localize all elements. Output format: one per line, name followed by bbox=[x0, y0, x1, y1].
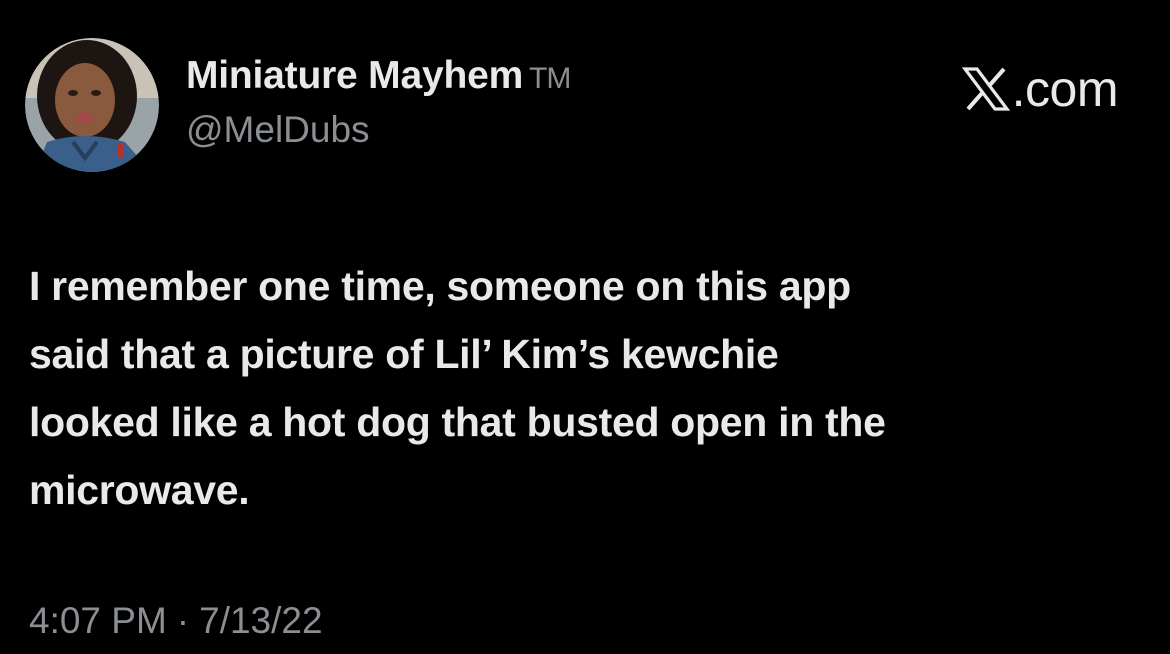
x-logo-icon bbox=[961, 67, 1010, 111]
tweet-body-line: looked like a hot dog that busted open i… bbox=[29, 399, 886, 445]
tweet-body-line: microwave. bbox=[29, 467, 250, 513]
author-display-name[interactable]: Miniature Mayhem bbox=[186, 54, 523, 98]
avatar[interactable] bbox=[25, 38, 159, 172]
brand-watermark: .com bbox=[961, 60, 1119, 118]
tweet-timestamp[interactable]: 4:07 PM · 7/13/22 bbox=[29, 600, 323, 642]
tweet-time: 4:07 PM bbox=[29, 600, 167, 641]
avatar-photo-icon bbox=[25, 38, 159, 172]
tweet-body-line: said that a picture of Lil’ Kim’s kewchi… bbox=[29, 331, 779, 377]
tweet-body-line: I remember one time, someone on this app bbox=[29, 263, 851, 309]
timestamp-separator: · bbox=[176, 600, 190, 641]
tweet-card: Miniature Mayhem TM @MelDubs .com I reme… bbox=[0, 0, 1170, 654]
tweet-date: 7/13/22 bbox=[199, 600, 323, 641]
brand-domain-label: .com bbox=[1011, 61, 1119, 117]
trademark-mark: TM bbox=[529, 62, 571, 95]
author-handle[interactable]: @MelDubs bbox=[186, 109, 370, 151]
author-name-row: Miniature Mayhem TM bbox=[186, 54, 571, 98]
tweet-body: I remember one time, someone on this app… bbox=[29, 252, 1149, 524]
